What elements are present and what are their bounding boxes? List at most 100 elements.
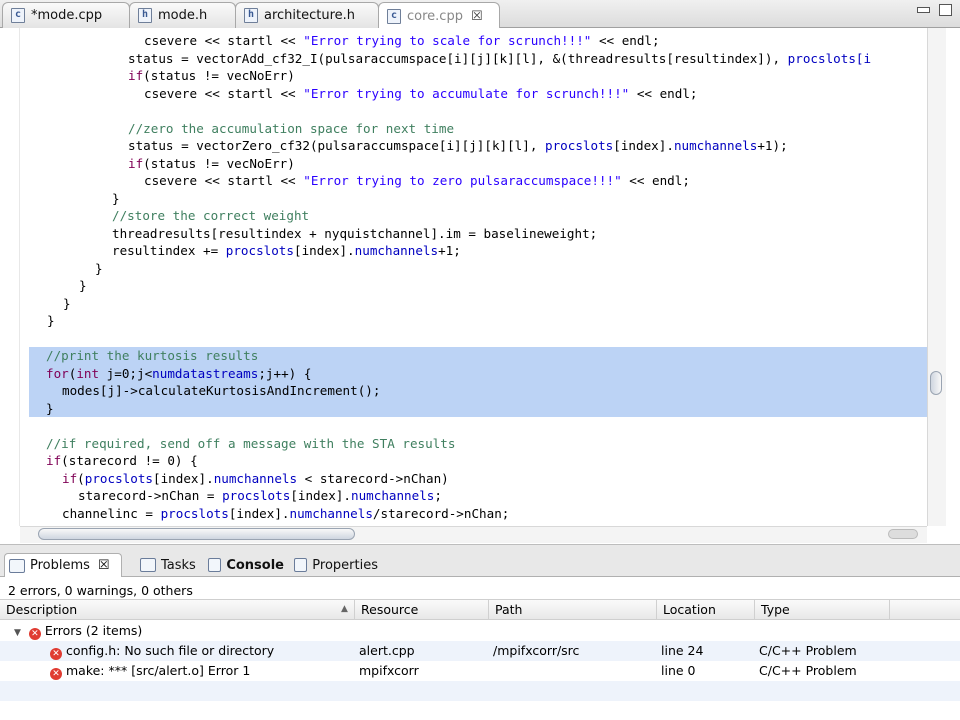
code-line[interactable]: status = vectorAdd_cf32_I(pulsaraccumspa… <box>30 50 927 68</box>
editor-ruler <box>0 28 20 526</box>
code-line-selected[interactable]: for(int j=0;j<numdatastreams;j++) { <box>29 364 927 382</box>
column-resource[interactable]: Resource <box>355 600 489 620</box>
code-line[interactable]: } <box>30 277 927 295</box>
code-line[interactable]: if(starecord != 0) { <box>30 452 927 470</box>
tab-tasks[interactable]: Tasks <box>136 553 202 577</box>
table-row[interactable]: ✕ make: *** [src/alert.o] Error 1 mpifxc… <box>0 661 960 681</box>
code-token: (status != vecNoErr) <box>143 68 295 83</box>
tab-label: Tasks <box>161 557 196 573</box>
code-line[interactable]: } <box>30 295 927 313</box>
code-token: //print the kurtosis results <box>46 348 259 363</box>
tab-properties[interactable]: Properties <box>290 553 382 577</box>
scroll-arrows-icon[interactable] <box>888 529 918 539</box>
code-line[interactable]: if(status != vecNoErr) <box>30 155 927 173</box>
code-token: numchannels <box>673 138 758 153</box>
code-token: csevere << startl << <box>144 173 304 188</box>
code-token: /starecord->nChan; <box>372 505 510 521</box>
code-line-selected[interactable]: //print the kurtosis results <box>29 347 927 365</box>
code-token: ;j++) { <box>258 365 312 381</box>
code-line[interactable]: channelinc = procslots[index].numchannel… <box>30 505 927 523</box>
code-token: < starecord->nChan) <box>297 470 449 486</box>
code-token: if <box>46 453 62 468</box>
expand-triangle-icon[interactable]: ▼ <box>14 623 21 643</box>
problem-description: make: *** [src/alert.o] Error 1 <box>65 663 251 678</box>
tab-label: core.cpp <box>407 8 463 24</box>
code-token: status = vectorZero_cf32(pulsaraccumspac… <box>128 138 546 153</box>
code-line[interactable]: csevere << startl << "Error trying to ze… <box>30 172 927 190</box>
column-description[interactable]: Description <box>0 600 355 620</box>
tab-console[interactable]: Console <box>204 553 288 577</box>
tab-core-cpp[interactable]: c core.cpp ☒ <box>378 2 500 29</box>
code-line[interactable] <box>30 417 927 435</box>
code-token: << endl; <box>591 33 660 48</box>
close-icon[interactable]: ☒ <box>98 558 110 573</box>
code-token: +1); <box>757 138 788 153</box>
close-icon[interactable]: ☒ <box>471 9 483 24</box>
tasks-icon <box>140 558 156 572</box>
problem-resource: alert.cpp <box>359 643 415 658</box>
code-token: procslots <box>225 243 294 258</box>
header-file-icon: h <box>244 8 258 23</box>
code-line[interactable]: //store the correct weight <box>30 207 927 225</box>
sort-ascending-icon[interactable]: ▲ <box>341 604 348 614</box>
code-line[interactable]: csevere << startl << "Error trying to sc… <box>30 32 927 50</box>
code-line[interactable]: } <box>30 312 927 330</box>
problems-summary: 2 errors, 0 warnings, 0 others <box>8 583 193 598</box>
error-icon: ✕ <box>50 668 62 680</box>
code-line[interactable]: } <box>30 260 927 278</box>
vertical-scrollbar[interactable] <box>927 28 946 526</box>
editor-tab-bar: c *mode.cpp h mode.h h architecture.h c … <box>0 0 960 29</box>
code-token: procslots <box>222 488 291 503</box>
code-token: csevere << startl << <box>144 33 304 48</box>
code-line[interactable] <box>30 102 927 120</box>
code-token: (status != vecNoErr) <box>143 155 295 171</box>
tab-problems[interactable]: Problems ☒ <box>4 553 122 577</box>
empty-row <box>0 681 960 701</box>
code-line[interactable]: //zero the accumulation space for next t… <box>30 120 927 138</box>
code-token: +1; <box>438 243 461 258</box>
code-token: procslots <box>160 505 229 521</box>
code-text-area[interactable]: csevere << startl << "Error trying to sc… <box>29 32 927 523</box>
minimize-icon[interactable] <box>917 7 930 13</box>
code-editor[interactable]: csevere << startl << "Error trying to sc… <box>0 28 960 545</box>
problem-path: /mpifxcorr/src <box>493 643 580 658</box>
tree-group-errors[interactable]: ▼ ✕ Errors (2 items) <box>0 621 960 641</box>
view-tab-bar: Problems ☒ Tasks Console Properties <box>0 553 960 577</box>
tab-mode-h[interactable]: h mode.h <box>129 2 236 28</box>
column-path[interactable]: Path <box>489 600 657 620</box>
tab-label: *mode.cpp <box>31 8 103 23</box>
code-token: //zero the accumulation space for next t… <box>128 120 455 136</box>
code-line[interactable]: starecord->nChan = procslots[index].numc… <box>30 487 927 505</box>
code-line[interactable]: //if required, send off a message with t… <box>30 435 927 453</box>
code-line[interactable]: if(procslots[index].numchannels < starec… <box>30 470 927 488</box>
code-token: numchannels <box>354 243 439 258</box>
code-token: "Error trying to accumulate for scrunch!… <box>303 85 630 101</box>
column-type[interactable]: Type <box>755 600 890 620</box>
problem-location: line 0 <box>661 663 696 678</box>
maximize-icon[interactable] <box>939 4 952 16</box>
code-token: procslots[i <box>787 50 872 66</box>
code-line[interactable]: resultindex += procslots[index].numchann… <box>30 242 927 260</box>
column-location[interactable]: Location <box>657 600 755 620</box>
code-line[interactable]: status = vectorZero_cf32(pulsaraccumspac… <box>30 137 927 155</box>
vertical-scroll-thumb[interactable] <box>930 371 942 395</box>
code-line-selected[interactable]: modes[j]->calculateKurtosisAndIncrement(… <box>29 382 927 400</box>
code-line[interactable] <box>30 330 927 348</box>
code-line[interactable]: threadresults[resultindex + nyquistchann… <box>30 225 927 243</box>
code-line[interactable]: csevere << startl << "Error trying to ac… <box>30 85 927 103</box>
horizontal-scroll-thumb[interactable] <box>38 528 355 540</box>
code-line[interactable]: } <box>30 190 927 208</box>
code-token: [index]. <box>293 243 355 258</box>
code-token: procslots <box>84 470 154 486</box>
tab-mode-cpp[interactable]: c *mode.cpp <box>2 2 130 28</box>
code-token: } <box>95 260 103 276</box>
code-token: csevere << startl << <box>144 85 304 101</box>
code-line[interactable]: if(status != vecNoErr) <box>30 67 927 85</box>
code-token: [index]. <box>613 138 674 153</box>
code-token: threadresults[resultindex + nyquistchann… <box>112 225 598 241</box>
tab-architecture-h[interactable]: h architecture.h <box>235 2 379 28</box>
code-token: << endl; <box>621 173 690 188</box>
code-line-selected[interactable]: } <box>29 399 927 417</box>
code-token: [index]. <box>228 505 290 521</box>
table-row[interactable]: ✕ config.h: No such file or directory al… <box>0 641 960 661</box>
